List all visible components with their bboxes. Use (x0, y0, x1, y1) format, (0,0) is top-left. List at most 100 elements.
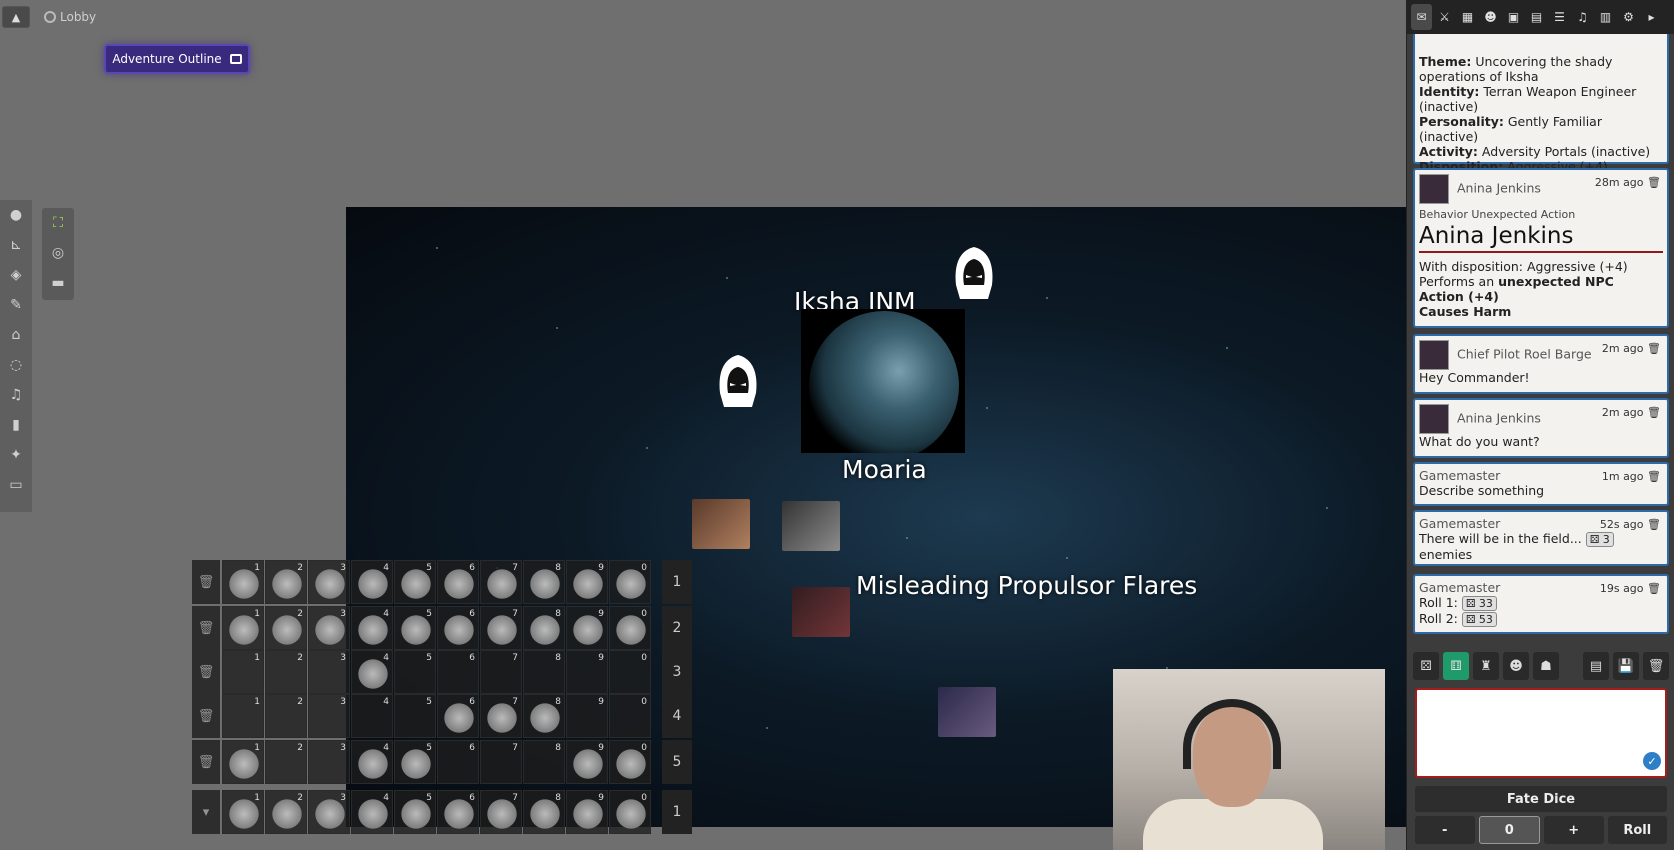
target-icon[interactable]: ◎ (42, 238, 74, 268)
macro-slot[interactable]: 6 (437, 790, 479, 834)
macro-slot[interactable]: 9 (566, 606, 608, 650)
macro-slot[interactable]: 7 (480, 740, 522, 784)
ruler-icon[interactable]: ▬ (42, 268, 74, 298)
actors-icon[interactable]: ☻ (1480, 4, 1501, 30)
tables-icon[interactable]: ☰ (1549, 4, 1570, 30)
macro-slot[interactable]: 5 (394, 560, 436, 604)
archive-icon[interactable]: ▤ (1583, 652, 1609, 680)
scenes-icon[interactable]: ▦ (1457, 4, 1478, 30)
macro-slot[interactable]: 8 (523, 650, 565, 694)
macro-slot[interactable]: 2 (265, 790, 307, 834)
adventure-outline-button[interactable]: Adventure Outline (104, 44, 250, 74)
macro-slot[interactable]: 2 (265, 694, 307, 738)
macro-slot[interactable]: 6 (437, 650, 479, 694)
macro-slot[interactable]: 5 (394, 694, 436, 738)
macro-slot[interactable]: 1 (222, 606, 264, 650)
inline-roll[interactable]: ⚄ 3 (1585, 532, 1614, 547)
macro-slot[interactable]: 6 (437, 694, 479, 738)
roll-button[interactable]: Roll (1607, 816, 1667, 844)
send-check-icon[interactable]: ✓ (1643, 752, 1661, 770)
macro-slot[interactable]: 1 (222, 650, 264, 694)
macro-slot[interactable]: 7 (480, 560, 522, 604)
macro-slot[interactable]: 6 (437, 560, 479, 604)
macro-slot[interactable]: 0 (609, 740, 651, 784)
trash-icon[interactable]: 🗑 (1647, 470, 1661, 483)
compendium-icon[interactable]: ▥ (1595, 4, 1616, 30)
region-icon[interactable]: ✦ (0, 440, 32, 470)
hooded-figure-icon[interactable] (716, 353, 760, 409)
drawing-icon[interactable]: ✎ (0, 290, 32, 320)
token-icon[interactable]: ● (0, 200, 32, 230)
trash-icon[interactable]: 🗑 (192, 606, 220, 650)
trash-icon[interactable]: 🗑 (1647, 518, 1661, 531)
macro-slot[interactable]: 5 (394, 740, 436, 784)
trash-icon[interactable]: 🗑 (192, 650, 220, 694)
decrement-button[interactable]: - (1415, 816, 1475, 844)
macro-slot[interactable]: 3 (308, 650, 350, 694)
trash-icon[interactable]: 🗑 (1647, 176, 1661, 189)
macro-slot[interactable]: 2 (265, 560, 307, 604)
macro-slot[interactable]: 0 (609, 560, 651, 604)
increment-button[interactable]: + (1544, 816, 1604, 844)
trash-icon[interactable]: 🗑 (1647, 582, 1661, 595)
macro-slot[interactable]: 8 (523, 694, 565, 738)
actor-token[interactable] (692, 499, 750, 549)
macro-slot[interactable]: 6 (437, 740, 479, 784)
macro-slot[interactable]: 3 (308, 606, 350, 650)
items-icon[interactable]: ▣ (1503, 4, 1524, 30)
macro-slot[interactable]: 4 (351, 740, 393, 784)
journal-icon[interactable]: ▤ (1526, 4, 1547, 30)
chat-log[interactable]: Theme: Uncovering the shady operations o… (1413, 34, 1669, 640)
macro-slot[interactable]: 8 (523, 740, 565, 784)
macro-slot[interactable]: 8 (523, 606, 565, 650)
macro-slot[interactable]: 0 (609, 694, 651, 738)
macro-slot[interactable]: 8 (523, 560, 565, 604)
trash-icon[interactable]: 🗑 (192, 740, 220, 784)
settings-icon[interactable]: ⚙ (1618, 4, 1639, 30)
planet-image[interactable] (801, 309, 965, 453)
lobby-link[interactable]: Lobby (44, 10, 96, 24)
macro-slot[interactable]: 3 (308, 560, 350, 604)
lighting-icon[interactable]: ◌ (0, 350, 32, 380)
macro-slot[interactable]: 4 (351, 650, 393, 694)
macro-slot[interactable]: 3 (308, 790, 350, 834)
layer-icon[interactable]: ▭ (0, 470, 32, 500)
hooded-figure-icon[interactable] (952, 245, 996, 301)
chat-icon[interactable]: ✉ (1411, 4, 1432, 30)
dice-icon[interactable]: ⚄ (1413, 652, 1439, 680)
measure-icon[interactable]: ⊾ (0, 230, 32, 260)
chat-input[interactable] (1415, 688, 1667, 778)
actor-token[interactable] (782, 501, 840, 551)
save-icon[interactable]: 💾 (1613, 652, 1639, 680)
sound-icon[interactable]: ♫ (0, 380, 32, 410)
macro-slot[interactable]: 9 (566, 650, 608, 694)
macro-slot[interactable]: 1 (222, 790, 264, 834)
walls-icon[interactable]: ⌂ (0, 320, 32, 350)
macro-slot[interactable]: 6 (437, 606, 479, 650)
macro-slot[interactable]: 1 (222, 694, 264, 738)
macro-slot[interactable]: 4 (351, 694, 393, 738)
hotbar-page-number[interactable]: 1 (662, 790, 692, 834)
macro-slot[interactable]: 7 (480, 650, 522, 694)
macro-slot[interactable]: 7 (480, 790, 522, 834)
private-roll-icon[interactable]: ♜ (1473, 652, 1499, 680)
tiles-icon[interactable]: ◈ (0, 260, 32, 290)
macro-slot[interactable]: 0 (609, 650, 651, 694)
macro-slot[interactable]: 2 (265, 740, 307, 784)
macro-slot[interactable]: 5 (394, 790, 436, 834)
macro-slot[interactable]: 7 (480, 694, 522, 738)
public-roll-icon[interactable]: ⚅ (1443, 652, 1469, 680)
macro-slot[interactable]: 2 (265, 606, 307, 650)
actor-token[interactable] (792, 587, 850, 637)
playlists-icon[interactable]: ♫ (1572, 4, 1593, 30)
macro-slot[interactable]: 7 (480, 606, 522, 650)
macro-slot[interactable]: 8 (523, 790, 565, 834)
folder-icon[interactable]: ▾ (192, 790, 220, 834)
lobby-toggle-button[interactable]: ▲ (2, 6, 30, 28)
inline-roll[interactable]: ⚄ 53 (1461, 612, 1497, 627)
macro-slot[interactable]: 5 (394, 650, 436, 694)
macro-slot[interactable]: 3 (308, 740, 350, 784)
combat-icon[interactable]: ⚔ (1434, 4, 1455, 30)
macro-slot[interactable]: 1 (222, 560, 264, 604)
macro-slot[interactable]: 4 (351, 560, 393, 604)
